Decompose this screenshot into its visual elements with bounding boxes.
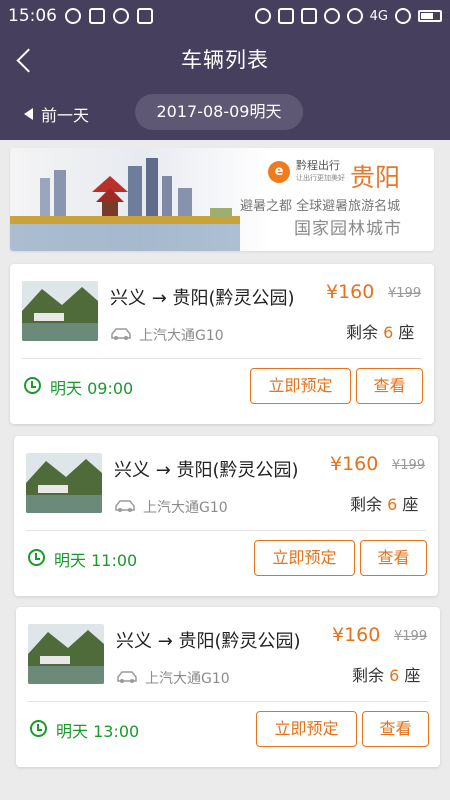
car-icon — [115, 500, 135, 512]
trip-card: 兴义 → 贵阳(黔灵公园) ¥160 ¥199 上汽大通G10 剩余 6 座 明… — [10, 264, 434, 424]
destination-photo — [26, 453, 102, 513]
card-divider — [26, 530, 426, 531]
banner-city: 贵阳 — [350, 163, 401, 192]
trip-card: 兴义 → 贵阳(黔灵公园) ¥160 ¥199 上汽大通G10 剩余 6 座 明… — [14, 436, 438, 596]
brand-logo: e 黔程出行 让出行更加美好 — [268, 160, 345, 184]
car-model: 上汽大通G10 — [143, 500, 228, 516]
trip-original-price: ¥199 — [388, 286, 422, 301]
brand-name: 黔程出行 — [296, 159, 340, 172]
trip-route: 兴义 → 贵阳(黔灵公园) — [116, 631, 301, 652]
card-divider — [28, 701, 428, 702]
destination-photo — [22, 281, 98, 341]
seats-count: 6 — [387, 495, 398, 514]
usb-icon — [137, 8, 153, 24]
book-now-button[interactable]: 立即预定 — [256, 711, 357, 747]
book-now-button[interactable]: 立即预定 — [254, 540, 355, 576]
seats-unit: 座 — [404, 666, 421, 685]
seats-label: 剩余 — [350, 495, 383, 514]
trip-price: ¥160 — [332, 624, 381, 646]
trip-original-price: ¥199 — [394, 629, 428, 644]
brand-logo-icon: e — [268, 161, 290, 183]
trip-route: 兴义 → 贵阳(黔灵公园) — [110, 288, 295, 309]
view-button[interactable]: 查看 — [360, 540, 427, 576]
share-icon — [113, 8, 129, 24]
departure-time: 明天 11:00 — [54, 551, 138, 570]
status-bar: 15:06 4G — [0, 0, 450, 32]
image-icon — [89, 8, 105, 24]
car-icon — [111, 328, 131, 340]
seats-remaining: 剩余 6 座 — [350, 491, 418, 515]
clock-icon — [28, 549, 45, 566]
car-model: 上汽大通G10 — [139, 328, 224, 344]
card-divider — [22, 358, 422, 359]
alarm-icon — [323, 8, 340, 24]
page-title: 车辆列表 — [181, 48, 269, 72]
date-selector[interactable]: 2017-08-09明天 — [135, 94, 303, 130]
brand-slogan: 让出行更加美好 — [296, 174, 345, 182]
seats-remaining: 剩余 6 座 — [352, 662, 420, 686]
clock-icon — [24, 377, 41, 394]
car-model: 上汽大通G10 — [145, 671, 230, 687]
destination-photo — [28, 624, 104, 684]
network-type: 4G — [369, 8, 388, 24]
settings-icon — [254, 8, 271, 24]
seats-label: 剩余 — [346, 323, 379, 342]
clock-icon — [30, 720, 47, 737]
car-icon — [117, 671, 137, 683]
vibrate-icon — [300, 8, 317, 24]
seats-label: 剩余 — [352, 666, 385, 685]
battery-icon — [418, 10, 442, 22]
banner-tagline: 避暑之都 全球避暑旅游名城 — [240, 199, 401, 214]
trip-card: 兴义 → 贵阳(黔灵公园) ¥160 ¥199 上汽大通G10 剩余 6 座 明… — [16, 607, 440, 767]
departure-time: 明天 09:00 — [50, 379, 134, 398]
data-saver-icon — [395, 8, 411, 24]
trip-route: 兴义 → 贵阳(黔灵公园) — [114, 460, 299, 481]
seats-count: 6 — [389, 666, 400, 685]
seats-unit: 座 — [402, 495, 419, 514]
view-button[interactable]: 查看 — [356, 368, 423, 404]
departure-time: 明天 13:00 — [56, 722, 140, 741]
seats-remaining: 剩余 6 座 — [346, 319, 414, 343]
trip-price: ¥160 — [330, 453, 379, 475]
banner-subtitle: 国家园林城市 — [294, 219, 402, 239]
city-skyline-image — [10, 148, 270, 251]
seats-count: 6 — [383, 323, 394, 342]
app-header: 车辆列表 前一天 2017-08-09明天 — [0, 32, 450, 140]
city-banner: e 黔程出行 让出行更加美好 贵阳 避暑之都 全球避暑旅游名城 国家园林城市 — [10, 148, 434, 251]
prev-day-label: 前一天 — [41, 106, 90, 125]
chat-icon — [65, 8, 81, 24]
trip-original-price: ¥199 — [392, 458, 426, 473]
bluetooth-icon — [277, 8, 294, 24]
seats-unit: 座 — [398, 323, 415, 342]
trip-price: ¥160 — [326, 281, 375, 303]
wifi-icon — [346, 8, 363, 24]
book-now-button[interactable]: 立即预定 — [250, 368, 351, 404]
caret-left-icon — [24, 108, 33, 120]
status-time: 15:06 — [8, 6, 57, 26]
view-button[interactable]: 查看 — [362, 711, 429, 747]
prev-day-button[interactable]: 前一天 — [24, 102, 89, 126]
